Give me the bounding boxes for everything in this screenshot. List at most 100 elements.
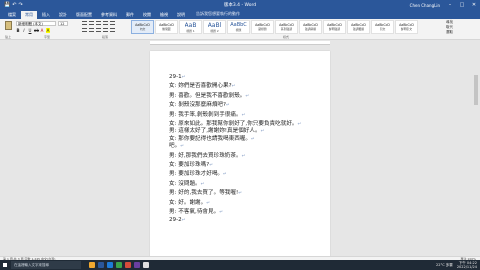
document-line[interactable]: 29-1↵ <box>169 74 321 81</box>
font-name-select[interactable]: 新細明體 (本文) <box>16 21 56 26</box>
tab-5[interactable]: 參考資料 <box>97 11 121 19</box>
document-line[interactable]: 女: 那你要記得也請我喝東西喔。↵ <box>169 136 321 143</box>
taskbar-app-icon[interactable] <box>98 262 104 268</box>
document-line[interactable]: 女: 剝殼沒那麼麻煩吧?↵ <box>169 102 321 109</box>
italic-button[interactable]: I <box>22 28 26 33</box>
document-line[interactable]: 吧。↵ <box>169 143 321 150</box>
minimize-icon[interactable]: – <box>444 0 456 10</box>
weather-status[interactable]: 22°C 多雲 <box>436 263 453 268</box>
tab-2[interactable]: 插入 <box>38 11 54 19</box>
decrease-indent-icon[interactable] <box>103 21 108 25</box>
redo-icon[interactable]: ↷ <box>18 2 22 8</box>
align-right-icon[interactable] <box>96 28 101 32</box>
styles-group-label: 樣式 <box>282 35 289 39</box>
scrollbar-thumb[interactable] <box>474 75 478 105</box>
ribbon-tabs: 檔案 常用 插入 設計 版面配置 參考資料 郵件 校閱 檢視 說明 告訴我您想要執行的動作 <box>0 10 480 19</box>
line-spacing-icon[interactable] <box>110 28 115 32</box>
document-line[interactable]: 男: 不客氣,待會見。↵ <box>169 209 321 216</box>
document-body[interactable]: 29-1↵ 女: 妳們是否喜歡開心果?↵ 男: 喜歡。但是我不喜歡剝殼。↵ 女: 剝殼… <box>169 74 321 224</box>
document-line[interactable]: 男: 我手笨,剝殼剝到手很痛。↵ <box>169 112 321 119</box>
line-text: 女: 沒問題。 <box>169 180 201 187</box>
tab-0[interactable]: 檔案 <box>4 11 20 19</box>
user-name[interactable]: Chen ChangLin <box>410 3 440 8</box>
style-10[interactable]: AaBbCcD 引文 <box>371 20 394 34</box>
style-4[interactable]: AaBbC 標題 <box>227 20 250 34</box>
style-name: 標題 2 <box>210 28 219 33</box>
style-3[interactable]: AaBl 標題 2 <box>203 20 226 34</box>
line-text: 女: 原來如此。那我幫你剝好了,你只要負責吃就好。 <box>169 121 298 128</box>
document-line[interactable]: 29-2↵ <box>169 217 321 224</box>
undo-icon[interactable]: ↶ <box>12 2 16 8</box>
document-page[interactable]: 29-1↵ 女: 妳們是否喜歡開心果?↵ 男: 喜歡。但是我不喜歡剝殼。↵ 女: 剝殼… <box>150 51 330 256</box>
multilevel-icon[interactable] <box>96 21 101 25</box>
align-center-icon[interactable] <box>89 28 94 32</box>
start-button[interactable] <box>0 260 10 270</box>
tab-6[interactable]: 郵件 <box>122 11 138 19</box>
taskbar-app-icon[interactable] <box>89 262 95 268</box>
tab-9[interactable]: 說明 <box>173 11 189 19</box>
taskbar-app-icon[interactable] <box>134 262 140 268</box>
increase-indent-icon[interactable] <box>110 21 115 25</box>
document-line[interactable]: 女: 要加珍珠嗎?↵ <box>169 162 321 169</box>
editing-group: 尋找 取代 選取 <box>446 20 476 37</box>
bold-button[interactable]: B <box>16 28 20 33</box>
document-line[interactable]: 女: 好。謝謝。↵ <box>169 200 321 207</box>
tab-8[interactable]: 檢視 <box>156 11 172 19</box>
paste-icon[interactable] <box>4 21 12 30</box>
style-6[interactable]: AaBbCcD 區別強調 <box>275 20 298 34</box>
close-icon[interactable]: ✕ <box>468 0 480 10</box>
align-left-icon[interactable] <box>82 28 87 32</box>
tab-3[interactable]: 設計 <box>55 11 71 19</box>
paragraph-mark-icon: ↵ <box>225 103 230 109</box>
style-11[interactable]: AaBbCcD 鮮明引文 <box>395 20 418 34</box>
document-line[interactable]: 男: 這樣太好了,謝謝妳!真是個好人。↵ <box>169 128 321 135</box>
taskbar-apps <box>89 262 149 268</box>
style-1[interactable]: AaBbCcD 無間距 <box>155 20 178 34</box>
taskbar-app-icon[interactable] <box>116 262 122 268</box>
style-8[interactable]: AaBbCcD 鮮明強調 <box>323 20 346 34</box>
justify-icon[interactable] <box>103 28 108 32</box>
tab-1[interactable]: 常用 <box>21 11 37 19</box>
select-button[interactable]: 選取 <box>446 30 476 35</box>
styles-gallery: AaBbCcD 內文 AaBbCcD 無間距 AaB 標題 1 AaBl 標題 2 AaBbC 標… <box>131 20 441 39</box>
document-line[interactable]: 男: 要加珍珠才好喝。↵ <box>169 171 321 178</box>
underline-button[interactable]: U <box>28 28 32 33</box>
bullets-icon[interactable] <box>82 21 87 25</box>
document-line[interactable]: 女: 妳們是否喜歡開心果?↵ <box>169 83 321 90</box>
vertical-scrollbar[interactable] <box>474 45 478 256</box>
clock[interactable]: 下午 04:22 2022/11/24 <box>457 261 477 269</box>
document-canvas: 29-1↵ 女: 妳們是否喜歡開心果?↵ 男: 喜歡。但是我不喜歡剝殼。↵ 女: 剝殼… <box>0 45 480 256</box>
document-line[interactable]: 男: 好,那我們去買珍珠奶茶。↵ <box>169 153 321 160</box>
system-tray: 22°C 多雲 下午 04:22 2022/11/24 <box>436 260 477 270</box>
document-line[interactable]: 男: 好的,我去買了。等我喔!↵ <box>169 190 321 197</box>
style-0[interactable]: AaBbCcD 內文 <box>131 20 154 34</box>
paragraph-mark-icon: ↵ <box>260 129 265 135</box>
highlight-button[interactable]: A <box>46 28 50 33</box>
maximize-icon[interactable]: □ <box>456 0 468 10</box>
document-line[interactable]: 男: 喜歡。但是我不喜歡剝殼。↵ <box>169 93 321 100</box>
document-line[interactable]: 女: 沒問題。↵ <box>169 181 321 188</box>
style-9[interactable]: AaBbCcD 強調粗體 <box>347 20 370 34</box>
font-color-button[interactable]: A <box>40 28 44 33</box>
taskbar-app-icon[interactable] <box>107 262 113 268</box>
style-name: 標題 <box>235 28 242 32</box>
taskbar-app-icon[interactable] <box>125 262 131 268</box>
numbering-icon[interactable] <box>89 21 94 25</box>
style-2[interactable]: AaB 標題 1 <box>179 20 202 34</box>
taskbar-app-icon[interactable] <box>143 262 149 268</box>
style-7[interactable]: AaBbCcD 強調斜體 <box>299 20 322 34</box>
tab-4[interactable]: 版面配置 <box>72 11 96 19</box>
line-text: 男: 我手笨,剝殼剝到手很痛。 <box>169 111 242 118</box>
paragraph-mark-icon: ↵ <box>181 217 186 223</box>
tell-me-search[interactable]: 告訴我您想要執行的動作 <box>196 11 240 19</box>
style-name: 區別強調 <box>280 27 293 31</box>
line-text: 男: 好的,我去買了。等我喔! <box>169 190 239 197</box>
strikethrough-button[interactable]: ab <box>34 28 39 33</box>
tab-7[interactable]: 校閱 <box>139 11 155 19</box>
line-text: 29-1 <box>169 74 182 80</box>
line-text: 男: 這樣太好了,謝謝妳!真是個好人。 <box>169 128 261 135</box>
taskbar-search[interactable]: 在這裡輸入文字來搜尋 <box>11 261 81 269</box>
font-size-select[interactable]: 12 <box>58 21 68 26</box>
style-5[interactable]: AaBbCcD 副標題 <box>251 20 274 34</box>
save-icon[interactable]: 💾 <box>4 2 10 8</box>
